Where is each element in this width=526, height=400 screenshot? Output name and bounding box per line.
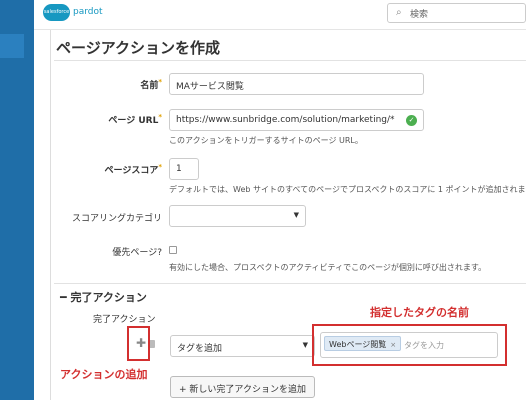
page-score-help: デフォルトでは、Web サイトのすべてのページでプロスペクトのスコアに 1 ポイ… xyxy=(169,185,526,194)
salesforce-logo: salesforce xyxy=(43,4,70,21)
search-input[interactable]: ⌕ 検索 xyxy=(387,3,526,23)
pardot-logo-text: pardot xyxy=(73,7,103,17)
completion-row-label: 完了アクション xyxy=(93,315,156,325)
page-title: ページアクションを作成 xyxy=(56,39,220,57)
title-divider xyxy=(54,60,526,61)
page-score-label: ページスコア* xyxy=(104,163,163,176)
valid-check-icon: ✓ xyxy=(406,115,417,126)
annotation-tag-name: 指定したタグの名前 xyxy=(370,306,469,319)
section-divider xyxy=(54,283,526,284)
scoring-category-label: スコアリングカテゴリ xyxy=(71,214,162,224)
add-completion-action-button[interactable]: + 新しい完了アクションを追加 xyxy=(170,376,315,398)
priority-page-checkbox[interactable] xyxy=(169,246,177,254)
priority-page-help: 有効にした場合、プロスペクトのアクティビティでこのページが個別に呼び出されます。 xyxy=(169,263,487,272)
app-header: salesforce pardot ⌕ 検索 xyxy=(0,0,526,30)
scoring-category-select[interactable]: ▼ xyxy=(169,205,306,227)
name-label: 名前* xyxy=(140,78,162,91)
priority-page-label: 優先ページ? xyxy=(112,248,162,258)
minus-icon: ━ xyxy=(60,291,67,304)
name-field[interactable]: MAサービス閲覧 xyxy=(169,73,424,95)
page-url-help: このアクションをトリガーするサイトのページ URL。 xyxy=(169,136,363,145)
search-placeholder: 検索 xyxy=(410,10,429,20)
chevron-down-icon: ▼ xyxy=(302,341,308,349)
annotation-box-add xyxy=(127,326,150,361)
completion-section-header[interactable]: ━ 完了アクション xyxy=(60,289,147,305)
page-url-label: ページ URL* xyxy=(108,113,162,126)
annotation-add-action: アクションの追加 xyxy=(60,368,148,381)
chevron-down-icon: ▼ xyxy=(293,211,299,219)
annotation-box-tag xyxy=(312,324,507,366)
left-nav xyxy=(0,0,34,400)
action-type-select[interactable]: タグを追加 ▼ xyxy=(170,335,315,357)
search-icon: ⌕ xyxy=(396,7,402,18)
page-url-field[interactable]: https://www.sunbridge.com/solution/marke… xyxy=(169,109,424,131)
sidebar-item-active[interactable] xyxy=(0,34,24,58)
page-score-field[interactable]: 1 xyxy=(169,158,199,180)
